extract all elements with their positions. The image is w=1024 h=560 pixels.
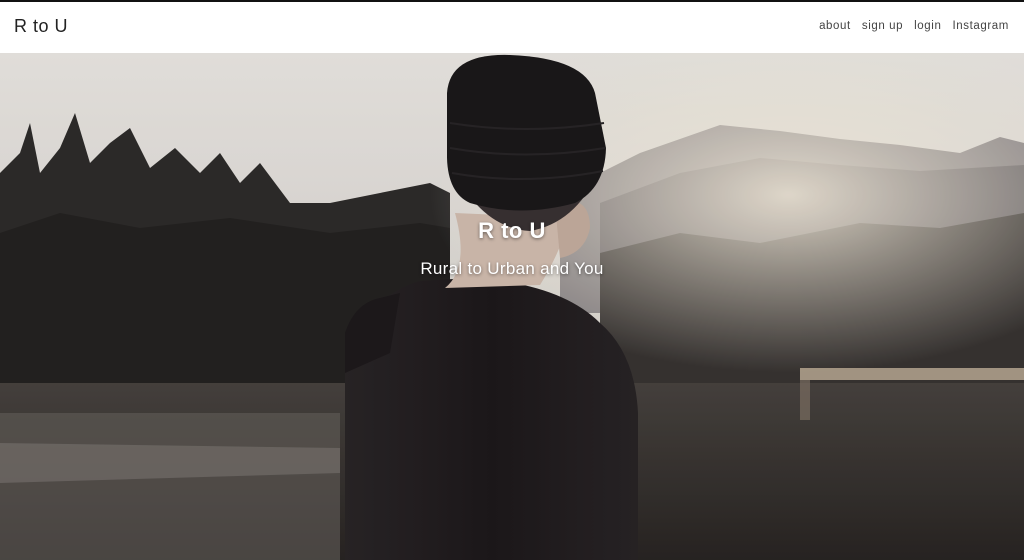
hero-banner: R to U Rural to Urban and You [0, 53, 1024, 560]
hero-background-image [0, 53, 1024, 560]
hero-title: R to U [478, 218, 546, 243]
nav-link-login[interactable]: login [914, 20, 941, 32]
brand-logo-link[interactable]: R to U [14, 16, 68, 37]
top-navigation-bar: R to U about sign up login Instagram [0, 0, 1024, 53]
hero-subtitle: Rural to Urban and You [420, 259, 604, 278]
nav-link-sign-up[interactable]: sign up [862, 20, 903, 32]
nav-link-instagram[interactable]: Instagram [952, 20, 1009, 32]
hero-text-block: R to U Rural to Urban and You [0, 218, 1024, 279]
main-nav: about sign up login Instagram [819, 20, 1009, 32]
nav-link-about[interactable]: about [819, 20, 851, 32]
